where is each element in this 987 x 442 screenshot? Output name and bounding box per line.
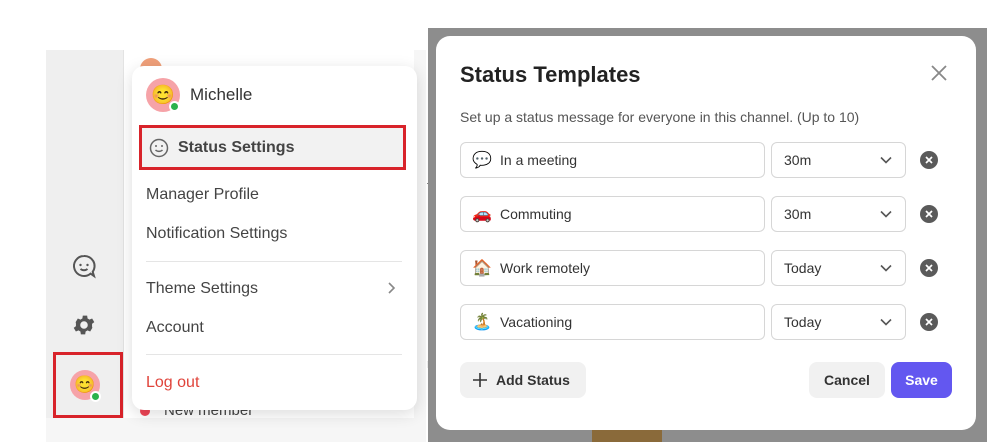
duration-select[interactable]: 30m [771, 142, 906, 178]
smiley-icon [149, 138, 169, 157]
duration-select[interactable]: 30m [771, 196, 906, 232]
menu-divider [146, 354, 402, 355]
status-emoji[interactable]: 🏝️ [472, 312, 492, 332]
chevron-down-icon [880, 264, 892, 272]
online-status-dot [90, 391, 101, 402]
add-status-label: Add Status [496, 372, 570, 388]
remove-status-button[interactable] [920, 313, 938, 331]
status-template-row: 🚗 Commuting 30m [460, 196, 940, 232]
modal-description: Set up a status message for everyone in … [460, 109, 860, 125]
status-settings-menu-item[interactable]: Status Settings [139, 125, 406, 170]
status-text-value: In a meeting [500, 152, 578, 168]
menu-divider [146, 261, 402, 262]
chevron-down-icon [880, 318, 892, 326]
remove-status-button[interactable] [920, 259, 938, 277]
backdrop-image [592, 430, 662, 442]
menu-item-account[interactable]: Account [146, 319, 204, 337]
duration-value: Today [784, 260, 822, 276]
status-templates-modal: Status Templates Set up a status message… [436, 36, 976, 430]
chat-bot-icon[interactable] [69, 251, 99, 281]
close-icon [925, 318, 933, 326]
status-template-row: 💬 In a meeting 30m [460, 142, 940, 178]
status-text-field[interactable]: 🏝️ Vacationing [460, 304, 765, 340]
cancel-button[interactable]: Cancel [809, 362, 885, 398]
gear-icon[interactable] [69, 310, 99, 340]
save-button[interactable]: Save [891, 362, 952, 398]
status-template-row: 🏝️ Vacationing Today [460, 304, 940, 340]
close-icon [925, 156, 933, 164]
menu-item-manager-profile[interactable]: Manager Profile [146, 186, 259, 204]
menu-user-header: 😊 Michelle [146, 78, 252, 112]
close-icon[interactable] [928, 62, 950, 84]
status-text-field[interactable]: 🏠 Work remotely [460, 250, 765, 286]
logout-menu-item[interactable]: Log out [146, 374, 199, 392]
status-template-row: 🏠 Work remotely Today [460, 250, 940, 286]
remove-status-button[interactable] [920, 205, 938, 223]
status-emoji[interactable]: 💬 [472, 150, 492, 170]
duration-value: 30m [784, 206, 812, 222]
profile-avatar-button[interactable]: 😊 [53, 352, 123, 418]
chevron-down-icon [880, 156, 892, 164]
status-text-field[interactable]: 🚗 Commuting [460, 196, 765, 232]
duration-select[interactable]: Today [771, 304, 906, 340]
chevron-right-icon [386, 281, 396, 300]
status-settings-label: Status Settings [178, 138, 295, 156]
status-emoji[interactable]: 🏠 [472, 258, 492, 278]
plus-icon [473, 373, 487, 387]
duration-value: Today [784, 314, 822, 330]
user-menu: 😊 Michelle Status Settings Manager Profi… [132, 66, 417, 410]
menu-item-notification-settings[interactable]: Notification Settings [146, 225, 287, 243]
duration-select[interactable]: Today [771, 250, 906, 286]
add-status-button[interactable]: Add Status [460, 362, 586, 398]
remove-status-button[interactable] [920, 151, 938, 169]
duration-value: 30m [784, 152, 812, 168]
status-text-value: Vacationing [500, 314, 573, 330]
status-emoji[interactable]: 🚗 [472, 204, 492, 224]
close-icon [925, 264, 933, 272]
close-icon [925, 210, 933, 218]
menu-item-theme-settings[interactable]: Theme Settings [146, 280, 258, 298]
online-status-dot [169, 101, 180, 112]
chevron-down-icon [880, 210, 892, 218]
user-name: Michelle [190, 85, 253, 104]
status-text-field[interactable]: 💬 In a meeting [460, 142, 765, 178]
modal-title: Status Templates [460, 62, 641, 87]
avatar: 😊 [146, 78, 180, 112]
status-text-value: Work remotely [500, 260, 590, 276]
status-text-value: Commuting [500, 206, 572, 222]
